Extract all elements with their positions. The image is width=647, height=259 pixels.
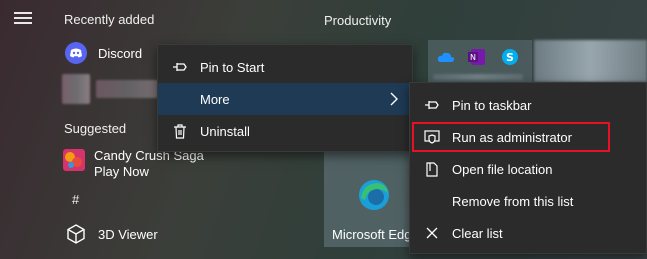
suggested-header: Suggested <box>64 121 127 136</box>
highlight-outline <box>412 122 610 152</box>
discord-icon <box>64 41 88 65</box>
pin-icon <box>424 97 440 113</box>
menu-item-label: Pin to Start <box>200 59 265 75</box>
app-item-discord[interactable]: Discord <box>64 41 142 65</box>
skype-icon: S <box>501 48 519 69</box>
menu-item-pin-to-start[interactable]: Pin to Start <box>158 51 412 83</box>
menu-item-label: Pin to taskbar <box>452 97 532 113</box>
svg-text:N: N <box>470 53 476 62</box>
menu-item-run-as-administrator[interactable]: Run as administrator <box>410 121 646 153</box>
menu-item-pin-to-taskbar[interactable]: Pin to taskbar <box>410 89 646 121</box>
blurred-app-label <box>96 80 158 98</box>
pin-icon <box>172 59 188 75</box>
menu-item-more[interactable]: More <box>158 83 412 115</box>
close-icon <box>424 225 440 241</box>
office-tile[interactable]: N S <box>428 40 532 82</box>
trash-icon <box>172 123 188 139</box>
hamburger-menu-icon[interactable] <box>14 12 34 28</box>
app-item-3d-viewer[interactable]: 3D Viewer <box>64 222 158 246</box>
app-item-candy-crush[interactable]: Candy Crush Saga Play Now <box>62 148 204 180</box>
recently-added-header: Recently added <box>64 12 155 27</box>
edge-tile-label: Microsoft Edge <box>332 227 419 242</box>
candy-crush-subtitle: Play Now <box>94 164 149 179</box>
svg-text:S: S <box>506 51 514 64</box>
menu-item-label: Uninstall <box>200 123 250 139</box>
context-menu: Pin to Start More Uninstall <box>157 44 413 152</box>
edge-icon <box>357 178 391 215</box>
file-location-icon <box>424 161 440 177</box>
menu-item-label: Remove from this list <box>452 193 574 209</box>
app-label-discord: Discord <box>98 45 143 61</box>
candy-crush-icon <box>62 148 86 172</box>
cube-icon <box>64 222 88 246</box>
chevron-right-icon <box>390 92 398 109</box>
letter-header-hash: # <box>72 192 80 207</box>
menu-item-label: More <box>200 91 230 107</box>
menu-item-uninstall[interactable]: Uninstall <box>158 115 412 147</box>
blurred-tile[interactable] <box>534 40 647 82</box>
edge-tile[interactable]: Microsoft Edge <box>324 152 419 247</box>
onenote-icon: N <box>468 48 486 69</box>
onedrive-icon <box>437 50 455 67</box>
productivity-header: Productivity <box>324 13 392 28</box>
more-submenu: Pin to taskbar Run as administrator Open… <box>409 82 647 254</box>
menu-item-clear-list[interactable]: Clear list <box>410 217 646 249</box>
blurred-tile-label <box>433 74 523 80</box>
blurred-app-icon <box>62 74 90 104</box>
menu-item-label: Clear list <box>452 225 503 241</box>
menu-item-open-file-location[interactable]: Open file location <box>410 153 646 185</box>
app-label-3d-viewer: 3D Viewer <box>98 226 158 242</box>
menu-item-remove-from-list[interactable]: Remove from this list <box>410 185 646 217</box>
menu-item-label: Open file location <box>452 161 553 177</box>
